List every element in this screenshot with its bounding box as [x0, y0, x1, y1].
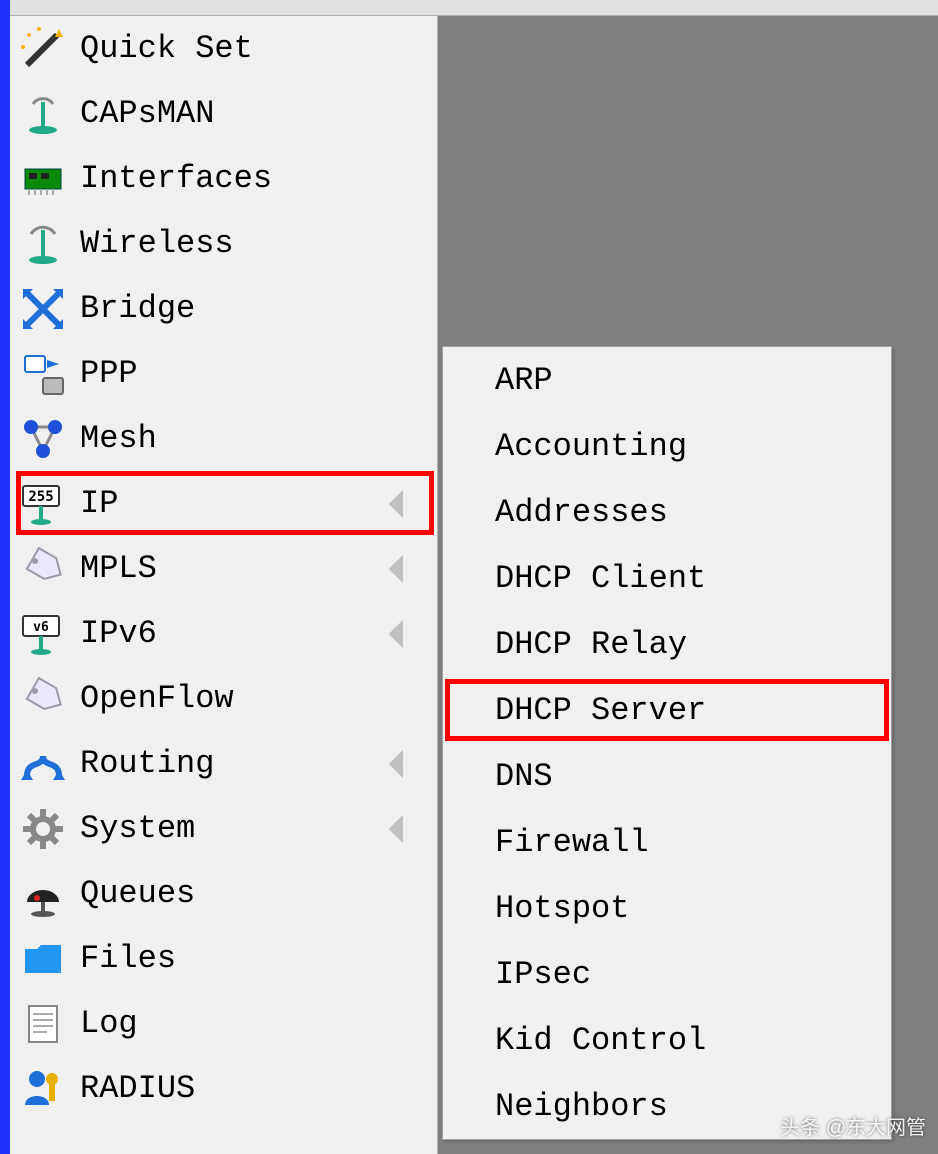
submenu-label: Addresses — [495, 494, 668, 531]
sidebar-item-ipv6[interactable]: v6 IPv6 — [10, 601, 437, 666]
submenu-item-dhcp-server[interactable]: DHCP Server — [443, 677, 891, 743]
menu-label: Quick Set — [80, 30, 253, 67]
sidebar-item-mpls[interactable]: MPLS — [10, 536, 437, 601]
sidebar-item-files[interactable]: Files — [10, 926, 437, 991]
sidebar-item-ip[interactable]: 255 IP — [10, 471, 437, 536]
sidebar-item-bridge[interactable]: Bridge — [10, 276, 437, 341]
menu-label: Files — [80, 940, 176, 977]
radius-icon — [14, 1060, 72, 1118]
sidebar-item-queues[interactable]: Queues — [10, 861, 437, 926]
menu-label: Bridge — [80, 290, 195, 327]
main-sidebar: Quick Set CAPsMAN — [10, 16, 438, 1154]
bridge-icon — [14, 280, 72, 338]
watermark-text: 头条 @东大网管 — [780, 1111, 926, 1140]
submenu-item-dhcp-client[interactable]: DHCP Client — [443, 545, 891, 611]
mesh-icon — [14, 410, 72, 468]
menu-label: Routing — [80, 745, 214, 782]
submenu-arrow-icon — [389, 814, 417, 842]
submenu-item-dhcp-relay[interactable]: DHCP Relay — [443, 611, 891, 677]
tag-icon — [14, 540, 72, 598]
menu-label: Mesh — [80, 420, 157, 457]
submenu-label: Neighbors — [495, 1088, 668, 1125]
submenu-item-addresses[interactable]: Addresses — [443, 479, 891, 545]
submenu-label: ARP — [495, 362, 553, 399]
toolbar-area — [10, 0, 938, 16]
menu-label: IPv6 — [80, 615, 157, 652]
sidebar-item-routing[interactable]: Routing — [10, 731, 437, 796]
menu-label: Log — [80, 1005, 138, 1042]
submenu-label: DHCP Server — [495, 692, 706, 729]
submenu-label: DHCP Relay — [495, 626, 687, 663]
menu-label: IP — [80, 485, 118, 522]
submenu-label: Hotspot — [495, 890, 629, 927]
submenu-arrow-icon — [389, 619, 417, 647]
chip-icon — [14, 150, 72, 208]
menu-label: CAPsMAN — [80, 95, 214, 132]
ip-submenu: ARP Accounting Addresses DHCP Client DHC… — [442, 346, 892, 1140]
submenu-item-firewall[interactable]: Firewall — [443, 809, 891, 875]
routing-icon — [14, 735, 72, 793]
submenu-label: Firewall — [495, 824, 649, 861]
sidebar-item-quick-set[interactable]: Quick Set — [10, 16, 437, 81]
submenu-label: DHCP Client — [495, 560, 706, 597]
sidebar-item-openflow[interactable]: OpenFlow — [10, 666, 437, 731]
menu-label: Wireless — [80, 225, 234, 262]
app-root: Quick Set CAPsMAN — [0, 0, 938, 1154]
submenu-item-arp[interactable]: ARP — [443, 347, 891, 413]
submenu-item-accounting[interactable]: Accounting — [443, 413, 891, 479]
sidebar-item-interfaces[interactable]: Interfaces — [10, 146, 437, 211]
sidebar-item-capsman[interactable]: CAPsMAN — [10, 81, 437, 146]
submenu-arrow-icon — [389, 749, 417, 777]
submenu-arrow-icon — [389, 489, 417, 517]
svg-text:255: 255 — [28, 489, 53, 505]
sidebar-item-ppp[interactable]: PPP — [10, 341, 437, 406]
menu-label: MPLS — [80, 550, 157, 587]
submenu-arrow-icon — [389, 554, 417, 582]
sidebar-item-wireless[interactable]: Wireless — [10, 211, 437, 276]
menu-label: Interfaces — [80, 160, 272, 197]
gear-icon — [14, 800, 72, 858]
wand-icon — [14, 20, 72, 78]
tag-icon — [14, 670, 72, 728]
svg-text:v6: v6 — [33, 620, 49, 635]
menu-label: PPP — [80, 355, 138, 392]
submenu-label: Accounting — [495, 428, 687, 465]
submenu-label: Kid Control — [495, 1022, 706, 1059]
submenu-item-ipsec[interactable]: IPsec — [443, 941, 891, 1007]
menu-label: RADIUS — [80, 1070, 195, 1107]
menu-label: OpenFlow — [80, 680, 234, 717]
sidebar-item-log[interactable]: Log — [10, 991, 437, 1056]
submenu-item-dns[interactable]: DNS — [443, 743, 891, 809]
title-bar-strip — [0, 0, 10, 1154]
sidebar-item-system[interactable]: System — [10, 796, 437, 861]
submenu-item-kid-control[interactable]: Kid Control — [443, 1007, 891, 1073]
antenna-icon — [14, 85, 72, 143]
submenu-label: IPsec — [495, 956, 591, 993]
menu-label: System — [80, 810, 195, 847]
log-icon — [14, 995, 72, 1053]
sidebar-item-mesh[interactable]: Mesh — [10, 406, 437, 471]
submenu-label: DNS — [495, 758, 553, 795]
folder-icon — [14, 930, 72, 988]
ipv6-icon: v6 — [14, 605, 72, 663]
ppp-icon — [14, 345, 72, 403]
queues-icon — [14, 865, 72, 923]
submenu-item-hotspot[interactable]: Hotspot — [443, 875, 891, 941]
sidebar-item-radius[interactable]: RADIUS — [10, 1056, 437, 1121]
ip255-icon: 255 — [14, 475, 72, 533]
antenna-icon — [14, 215, 72, 273]
menu-label: Queues — [80, 875, 195, 912]
